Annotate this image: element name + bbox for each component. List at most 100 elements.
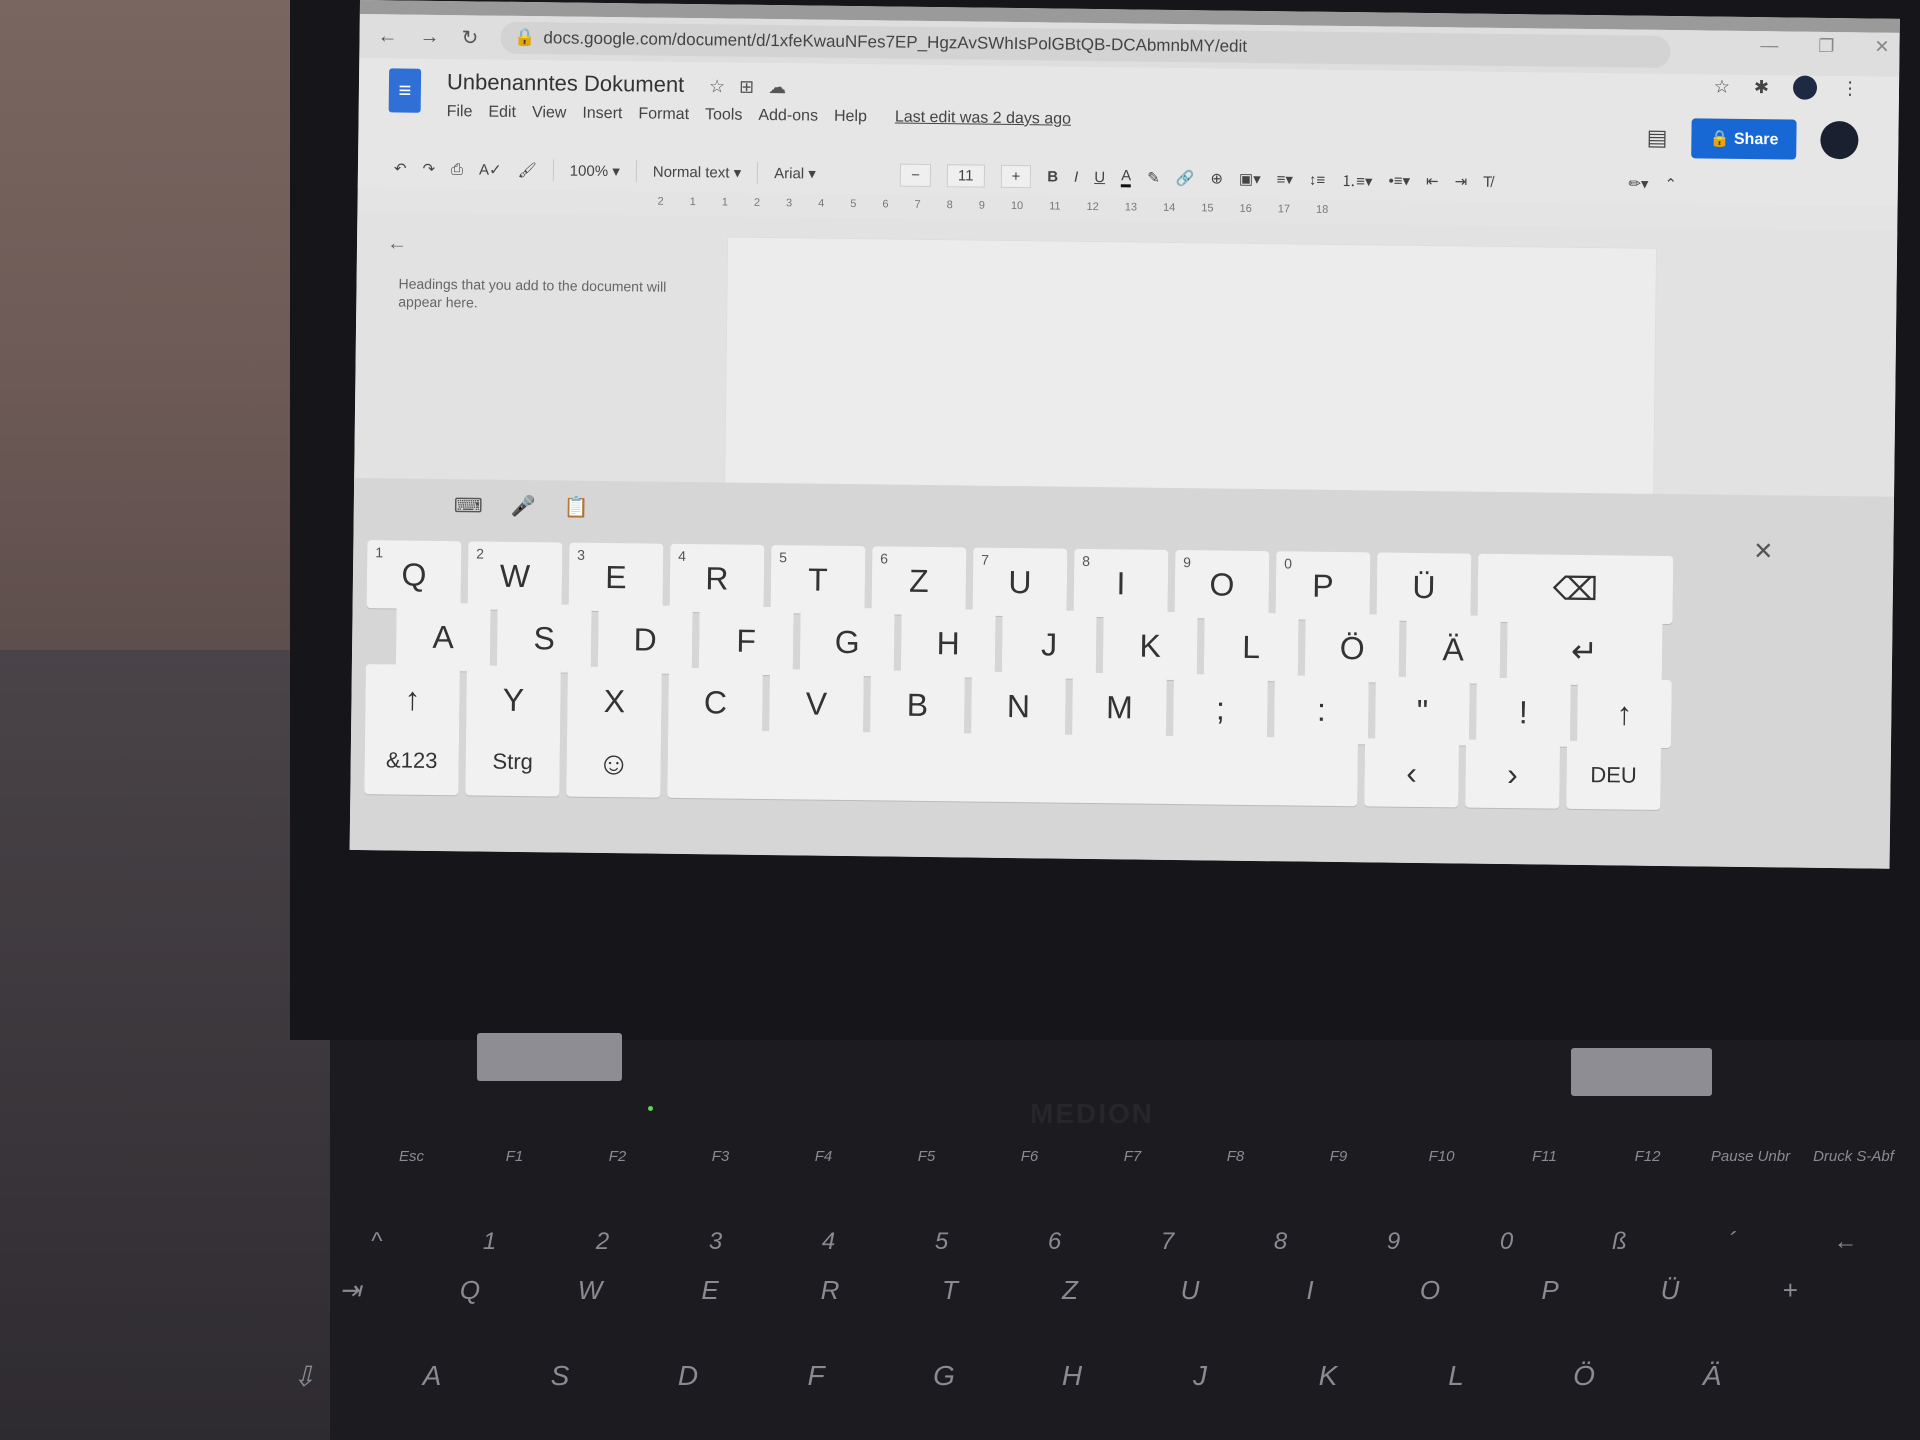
cloud-status-icon[interactable]: ☁ (768, 77, 786, 98)
key-X[interactable]: X (567, 666, 662, 736)
menu-insert[interactable]: Insert (582, 105, 622, 123)
share-button[interactable]: 🔒 Share (1691, 118, 1797, 160)
key-P[interactable]: 0P (1275, 551, 1371, 621)
key-↑[interactable]: ↑ (365, 664, 460, 734)
physical-key[interactable]: ⇥ (290, 1275, 410, 1306)
key-J[interactable]: J (1001, 609, 1097, 680)
key-R[interactable]: 4R (669, 543, 765, 613)
physical-key[interactable]: Ö (1520, 1360, 1648, 1393)
physical-key[interactable]: 0 (1450, 1228, 1563, 1256)
keyboard-close-icon[interactable]: ✕ (1753, 537, 1773, 566)
physical-key[interactable]: D (624, 1360, 752, 1393)
key-D[interactable]: D (597, 604, 693, 675)
key-C[interactable]: C (668, 667, 763, 737)
key-Y[interactable]: Y (466, 665, 561, 735)
physical-key[interactable]: 3 (659, 1228, 772, 1256)
key-›[interactable]: › (1465, 739, 1560, 809)
physical-key[interactable]: Pause Unbr (1699, 1148, 1802, 1165)
align-icon[interactable]: ≡▾ (1277, 170, 1294, 188)
physical-key[interactable]: F (752, 1360, 880, 1393)
back-icon[interactable]: ← (377, 25, 397, 48)
editing-mode-icon[interactable]: ✏▾ (1628, 175, 1648, 193)
outline-back-icon[interactable]: ← (387, 232, 407, 255)
key-O[interactable]: 9O (1174, 550, 1270, 620)
physical-key[interactable]: F10 (1390, 1148, 1493, 1165)
physical-key[interactable]: 8 (1224, 1228, 1337, 1256)
menu-format[interactable]: Format (638, 105, 689, 124)
bulleted-list-icon[interactable]: •≡▾ (1388, 172, 1410, 190)
move-folder-icon[interactable]: ⊞ (739, 77, 754, 98)
chrome-menu-icon[interactable]: ⋮ (1841, 78, 1859, 99)
clear-formatting-icon[interactable]: T̸ (1483, 173, 1492, 190)
zoom-select[interactable]: 100% ▾ (570, 162, 620, 181)
physical-key[interactable]: F5 (875, 1148, 978, 1165)
link-icon[interactable]: 🔗 (1176, 169, 1195, 187)
key-A[interactable]: A (395, 602, 491, 672)
maximize-button[interactable]: ❐ (1818, 36, 1834, 57)
key-Ä[interactable]: Ä (1405, 614, 1501, 684)
key-T[interactable]: 5T (770, 545, 866, 615)
physical-key[interactable]: F2 (566, 1148, 669, 1165)
clipboard-icon[interactable]: 📋 (563, 495, 588, 520)
key-![interactable]: ! (1475, 677, 1571, 747)
physical-key[interactable]: U (1130, 1275, 1250, 1306)
style-select[interactable]: Normal text ▾ (653, 163, 742, 182)
image-icon[interactable]: ▣▾ (1239, 170, 1261, 188)
key-DEU[interactable]: DEU (1566, 740, 1661, 810)
physical-key[interactable]: O (1370, 1275, 1490, 1306)
paint-format-icon[interactable]: 🖌 (518, 161, 537, 179)
key-;[interactable]: ; (1172, 673, 1268, 744)
key-Strg[interactable]: Strg (465, 727, 561, 797)
comment-add-icon[interactable]: ⊕ (1210, 169, 1223, 187)
physical-key[interactable]: T (890, 1275, 1010, 1306)
physical-key[interactable]: 2 (546, 1228, 659, 1256)
key-B[interactable]: B (870, 670, 965, 740)
key-&123[interactable]: &123 (364, 726, 460, 796)
key-↵[interactable]: ↵ (1506, 616, 1663, 686)
key-H[interactable]: H (900, 608, 996, 678)
last-edit-link[interactable]: Last edit was 2 days ago (895, 109, 1071, 129)
physical-key[interactable]: F7 (1081, 1148, 1184, 1165)
decrease-indent-icon[interactable]: ⇤ (1426, 172, 1439, 190)
menu-tools[interactable]: Tools (705, 106, 743, 124)
reload-icon[interactable]: ↻ (461, 25, 478, 50)
key-G[interactable]: G (799, 607, 895, 677)
key-F[interactable]: F (698, 606, 794, 676)
physical-key[interactable]: ´ (1676, 1228, 1789, 1256)
key-Ü[interactable]: Ü (1376, 552, 1472, 622)
physical-key[interactable]: Ü (1610, 1275, 1730, 1306)
key-↑[interactable]: ↑ (1576, 678, 1672, 749)
physical-key[interactable]: R (770, 1275, 890, 1306)
physical-key[interactable]: F11 (1493, 1148, 1596, 1165)
physical-key[interactable]: F9 (1287, 1148, 1390, 1165)
increase-indent-icon[interactable]: ⇥ (1455, 172, 1468, 190)
physical-key[interactable]: ← (1789, 1228, 1902, 1256)
key-S[interactable]: S (496, 603, 592, 673)
account-avatar[interactable] (1820, 120, 1859, 160)
bold-button[interactable]: B (1047, 168, 1058, 185)
physical-key[interactable]: Ä (1648, 1360, 1776, 1393)
physical-key[interactable]: A (368, 1360, 496, 1393)
physical-key[interactable]: 7 (1111, 1228, 1224, 1256)
physical-key[interactable]: F6 (978, 1148, 1081, 1165)
numbered-list-icon[interactable]: ⒈≡▾ (1341, 170, 1373, 191)
close-window-button[interactable]: ✕ (1874, 37, 1889, 58)
key-☺[interactable]: ☺ (566, 728, 662, 798)
document-title[interactable]: Unbenanntes Dokument (447, 69, 685, 98)
document-page[interactable] (723, 236, 1658, 508)
extensions-icon[interactable]: ✱ (1754, 77, 1769, 98)
print-icon[interactable]: ⎙ (451, 161, 463, 178)
physical-key[interactable]: K (1264, 1360, 1392, 1393)
physical-key[interactable]: ⇩ (240, 1360, 368, 1393)
key-Q[interactable]: 1Q (366, 540, 462, 610)
highlight-icon[interactable]: ✎ (1147, 169, 1160, 187)
physical-key[interactable]: I (1250, 1275, 1370, 1306)
keyboard-layout-icon[interactable]: ⌨ (454, 493, 483, 518)
key-E[interactable]: 3E (568, 542, 664, 612)
key-:[interactable]: : (1273, 675, 1369, 745)
text-color-button[interactable]: A (1121, 167, 1132, 188)
bookmark-star-icon[interactable]: ☆ (1714, 76, 1730, 97)
physical-key[interactable]: J (1136, 1360, 1264, 1393)
comments-icon[interactable]: ▤ (1647, 125, 1668, 151)
font-size-increase[interactable]: + (1000, 164, 1032, 188)
